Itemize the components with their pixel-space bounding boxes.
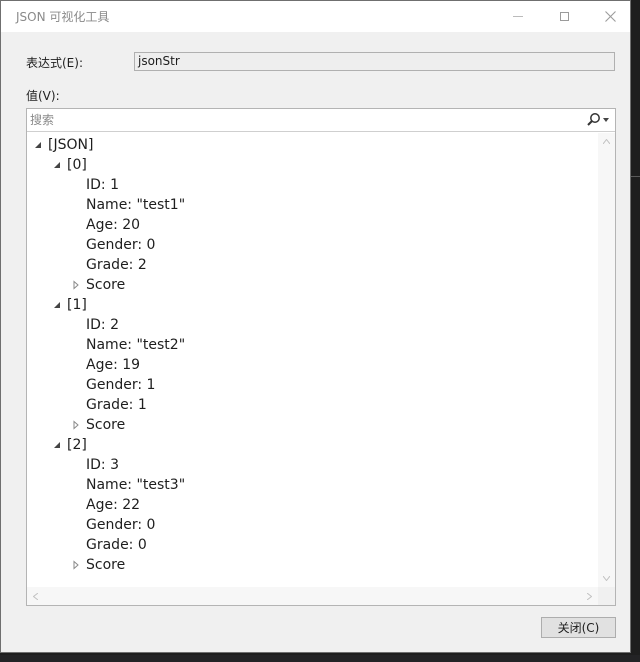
search-options-dropdown-icon[interactable]	[603, 118, 609, 122]
maximize-icon	[559, 12, 569, 21]
tree-node-item[interactable]: Score	[27, 275, 598, 295]
scroll-left-icon[interactable]	[27, 587, 44, 605]
collapsed-triangle-icon[interactable]	[71, 560, 81, 570]
window-title: JSON 可视化工具	[16, 10, 110, 24]
tree-leaf-item[interactable]: Gender: 0	[27, 235, 598, 255]
tree-leaf-item[interactable]: Gender: 0	[27, 515, 598, 535]
tree-leaf-item[interactable]: ID: 2	[27, 315, 598, 335]
value-label: 值(V):	[26, 89, 60, 103]
tree-leaf-item[interactable]: Name: "test1"	[27, 195, 598, 215]
close-window-button[interactable]	[587, 1, 633, 32]
tree-item-label: Age: 20	[86, 217, 141, 233]
tree-node-item[interactable]: [0]	[27, 155, 598, 175]
expanded-triangle-icon[interactable]	[33, 140, 43, 150]
tree-item-label: Age: 22	[86, 497, 141, 513]
tree-item-label: [1]	[67, 297, 87, 313]
tree-node-item[interactable]: Score	[27, 555, 598, 575]
tree-leaf-item[interactable]: Grade: 2	[27, 255, 598, 275]
tree-leaf-item[interactable]: Age: 20	[27, 215, 598, 235]
tree-node-item[interactable]: [1]	[27, 295, 598, 315]
tree-item-label: Name: "test2"	[86, 337, 186, 353]
tree-leaf-item[interactable]: Grade: 1	[27, 395, 598, 415]
expanded-triangle-icon[interactable]	[52, 300, 62, 310]
tree-leaf-item[interactable]: Grade: 0	[27, 535, 598, 555]
scrollbar-corner	[598, 587, 615, 605]
tree-node-item[interactable]: [JSON]	[27, 135, 598, 155]
scroll-right-icon[interactable]	[581, 587, 598, 605]
json-tree: [JSON] [0] ID: 1 Name: "test1" Age: 20 Gender…	[27, 133, 598, 587]
horizontal-scrollbar[interactable]	[27, 587, 598, 605]
tree-item-label: ID: 3	[86, 457, 119, 473]
tree-item-label: Gender: 1	[86, 377, 156, 393]
search-bar	[27, 109, 615, 132]
tree-item-label: [0]	[67, 157, 87, 173]
vertical-scrollbar[interactable]	[598, 133, 615, 587]
title-bar[interactable]: JSON 可视化工具	[1, 1, 630, 32]
tree-panel: [JSON] [0] ID: 1 Name: "test1" Age: 20 Gender…	[26, 108, 616, 606]
tree-leaf-item[interactable]: Gender: 1	[27, 375, 598, 395]
collapsed-triangle-icon[interactable]	[71, 280, 81, 290]
tree-item-label: Name: "test1"	[86, 197, 186, 213]
expression-label: 表达式(E):	[26, 56, 83, 70]
tree-item-label: ID: 2	[86, 317, 119, 333]
tree-item-label: Age: 19	[86, 357, 141, 373]
tree-item-label: ID: 1	[86, 177, 119, 193]
tree-node-item[interactable]: [2]	[27, 435, 598, 455]
tree-leaf-item[interactable]: Age: 22	[27, 495, 598, 515]
close-button[interactable]: 关闭(C)	[541, 617, 616, 638]
ide-bottom-strip	[0, 655, 640, 662]
tree-item-label: Score	[86, 417, 126, 433]
tree-item-label: Gender: 0	[86, 237, 156, 253]
tree-leaf-item[interactable]: Name: "test2"	[27, 335, 598, 355]
close-icon	[604, 11, 616, 22]
tree-leaf-item[interactable]: Name: "test3"	[27, 475, 598, 495]
expanded-triangle-icon[interactable]	[52, 160, 62, 170]
tree-item-label: Score	[86, 277, 126, 293]
tree-item-label: Gender: 0	[86, 517, 156, 533]
minimize-icon	[513, 16, 523, 17]
search-icon[interactable]	[585, 111, 603, 129]
tree-item-label: [JSON]	[48, 137, 94, 153]
tree-leaf-item[interactable]: ID: 1	[27, 175, 598, 195]
tree-leaf-item[interactable]: ID: 3	[27, 455, 598, 475]
collapsed-triangle-icon[interactable]	[71, 420, 81, 430]
tree-item-label: Grade: 1	[86, 397, 147, 413]
minimize-button[interactable]	[495, 1, 541, 32]
tree-item-label: [2]	[67, 437, 87, 453]
tree-node-item[interactable]: Score	[27, 415, 598, 435]
json-visualizer-dialog: JSON 可视化工具 表达式(E): jsonStr 值(V): 搜索 [JSO…	[0, 0, 631, 653]
tree-item-label: Grade: 0	[86, 537, 147, 553]
tree-item-label: Score	[86, 557, 126, 573]
scroll-up-icon[interactable]	[598, 133, 615, 150]
tree-item-label: Grade: 2	[86, 257, 147, 273]
tree-item-label: Name: "test3"	[86, 477, 186, 493]
scroll-down-icon[interactable]	[598, 570, 615, 587]
expanded-triangle-icon[interactable]	[52, 440, 62, 450]
tree-leaf-item[interactable]: Age: 19	[27, 355, 598, 375]
expression-field[interactable]: jsonStr	[134, 52, 615, 71]
maximize-button[interactable]	[541, 1, 587, 32]
search-input[interactable]	[30, 111, 570, 129]
